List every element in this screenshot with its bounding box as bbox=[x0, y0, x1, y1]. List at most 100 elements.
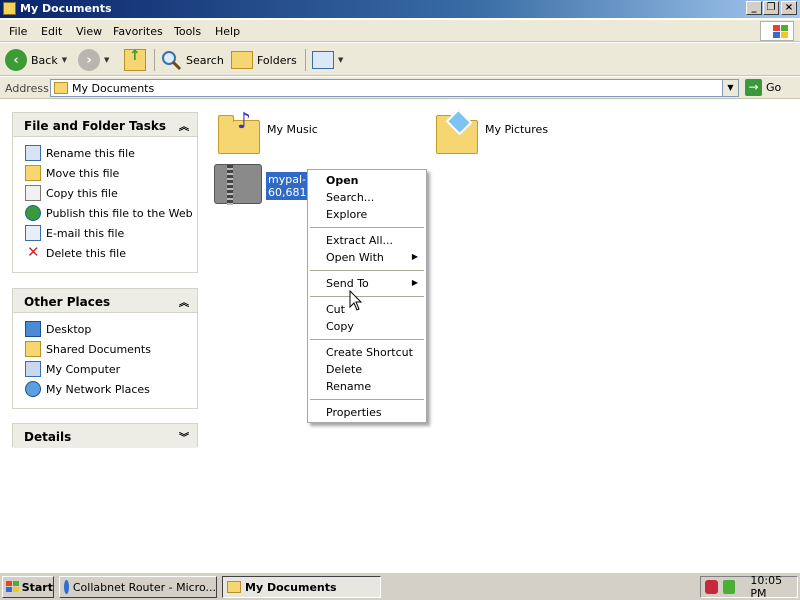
chevron-down-icon[interactable]: ▼ bbox=[104, 56, 109, 64]
task-label: Delete this file bbox=[46, 246, 126, 260]
back-button[interactable]: ‹ Back ▼ bbox=[5, 48, 67, 72]
task-label: Copy this file bbox=[46, 186, 118, 200]
context-extract-all[interactable]: Extract All... bbox=[326, 234, 393, 247]
copy-icon bbox=[25, 185, 41, 201]
go-arrow-icon: → bbox=[745, 79, 762, 96]
taskbar-item-my-documents[interactable]: My Documents bbox=[222, 576, 381, 598]
taskbar-item-label: My Documents bbox=[245, 580, 337, 594]
task-publish[interactable]: Publish this file to the Web bbox=[25, 203, 197, 223]
panel-title: File and Folder Tasks bbox=[24, 119, 167, 133]
start-button[interactable]: Start bbox=[2, 576, 54, 598]
window-title: My Documents bbox=[20, 2, 112, 15]
menu-separator bbox=[310, 270, 424, 271]
delete-icon: ✕ bbox=[27, 243, 40, 261]
file-folder-tasks-panel: File and Folder Tasks ︽ Rename this file… bbox=[12, 112, 198, 273]
context-properties[interactable]: Properties bbox=[326, 406, 382, 419]
collapse-icon[interactable]: ︽ bbox=[179, 294, 189, 309]
pictures-folder-icon bbox=[436, 108, 478, 154]
context-create-shortcut[interactable]: Create Shortcut bbox=[326, 346, 413, 359]
my-pictures-folder[interactable]: My Pictures bbox=[436, 108, 566, 156]
folder-icon bbox=[3, 2, 16, 15]
address-bar: Address My Documents ▼ → Go bbox=[0, 77, 800, 99]
close-button[interactable]: × bbox=[781, 1, 797, 15]
context-open[interactable]: Open bbox=[326, 174, 359, 187]
place-label: My Network Places bbox=[46, 382, 150, 396]
panel-title: Details bbox=[24, 430, 72, 444]
menu-separator bbox=[310, 339, 424, 340]
place-my-network-places[interactable]: My Network Places bbox=[25, 379, 197, 399]
menu-file[interactable]: File bbox=[9, 25, 27, 38]
context-open-with[interactable]: Open With bbox=[326, 251, 384, 264]
place-label: My Computer bbox=[46, 362, 121, 376]
minimize-button[interactable]: _ bbox=[746, 1, 762, 15]
toolbar-separator bbox=[154, 49, 155, 71]
place-label: Shared Documents bbox=[46, 342, 151, 356]
go-button[interactable]: → Go bbox=[745, 79, 781, 96]
place-shared-documents[interactable]: Shared Documents bbox=[25, 339, 197, 359]
task-label: Rename this file bbox=[46, 146, 135, 160]
context-rename[interactable]: Rename bbox=[326, 380, 371, 393]
folder-icon bbox=[54, 82, 68, 94]
email-icon bbox=[25, 225, 41, 241]
folders-button[interactable]: Folders bbox=[231, 48, 297, 72]
taskbar-item-label: Collabnet Router - Micro... bbox=[72, 580, 216, 594]
task-email[interactable]: E-mail this file bbox=[25, 223, 197, 243]
chevron-down-icon: ▼ bbox=[338, 56, 344, 64]
folder-icon bbox=[25, 341, 41, 357]
back-label: Back bbox=[31, 53, 58, 67]
menu-help[interactable]: Help bbox=[215, 25, 240, 38]
place-desktop[interactable]: Desktop bbox=[25, 319, 197, 339]
taskbar-item-browser[interactable]: Collabnet Router - Micro... bbox=[59, 576, 217, 598]
context-menu: Open Search... Explore Extract All... Op… bbox=[307, 169, 427, 423]
menu-separator bbox=[310, 399, 424, 400]
views-icon bbox=[312, 51, 334, 69]
desktop-icon bbox=[25, 321, 41, 337]
context-explore[interactable]: Explore bbox=[326, 208, 367, 221]
context-send-to[interactable]: Send To bbox=[326, 277, 369, 290]
context-delete[interactable]: Delete bbox=[326, 363, 362, 376]
shield-icon[interactable] bbox=[705, 580, 718, 594]
task-delete[interactable]: ✕ Delete this file bbox=[25, 243, 197, 263]
task-rename[interactable]: Rename this file bbox=[25, 143, 197, 163]
views-button[interactable]: ▼ bbox=[312, 48, 343, 72]
panel-title: Other Places bbox=[24, 295, 111, 309]
task-move[interactable]: Move this file bbox=[25, 163, 197, 183]
address-input[interactable]: My Documents ▼ bbox=[50, 79, 739, 97]
panel-header[interactable]: Other Places ︽ bbox=[13, 289, 197, 313]
context-copy[interactable]: Copy bbox=[326, 320, 354, 333]
folder-icon bbox=[227, 581, 241, 593]
menu-separator bbox=[310, 227, 424, 228]
my-music-folder[interactable]: ♪ My Music bbox=[218, 109, 338, 156]
chevron-down-icon[interactable]: ▼ bbox=[62, 56, 67, 64]
menu-edit[interactable]: Edit bbox=[41, 25, 62, 38]
menu-view[interactable]: View bbox=[76, 25, 102, 38]
zip-file-icon[interactable] bbox=[214, 164, 262, 205]
expand-icon[interactable]: ︾ bbox=[179, 429, 189, 444]
go-label: Go bbox=[766, 81, 782, 94]
task-label: Move this file bbox=[46, 166, 120, 180]
up-folder-button[interactable]: ↑ bbox=[124, 48, 146, 72]
search-button[interactable]: Search bbox=[160, 48, 224, 72]
computer-icon bbox=[25, 361, 41, 377]
address-value: My Documents bbox=[72, 82, 155, 95]
menu-favorites[interactable]: Favorites bbox=[113, 25, 163, 38]
network-icon[interactable] bbox=[722, 580, 736, 594]
menu-separator bbox=[310, 296, 424, 297]
title-bar: My Documents _ ❐ × bbox=[0, 0, 800, 18]
place-my-computer[interactable]: My Computer bbox=[25, 359, 197, 379]
context-cut[interactable]: Cut bbox=[326, 303, 345, 316]
forward-button[interactable]: › ▼ bbox=[78, 48, 109, 72]
system-tray: 10:05 PM bbox=[700, 574, 798, 600]
windows-logo-icon bbox=[760, 21, 794, 41]
address-dropdown-button[interactable]: ▼ bbox=[722, 80, 738, 96]
address-label: Address bbox=[5, 82, 49, 95]
folders-label: Folders bbox=[257, 53, 297, 67]
context-search[interactable]: Search... bbox=[326, 191, 374, 204]
panel-header[interactable]: File and Folder Tasks ︽ bbox=[13, 113, 197, 137]
panel-header[interactable]: Details ︾ bbox=[13, 424, 197, 448]
collapse-icon[interactable]: ︽ bbox=[179, 118, 189, 133]
maximize-button[interactable]: ❐ bbox=[763, 1, 779, 15]
item-label: My Pictures bbox=[485, 123, 549, 136]
task-copy[interactable]: Copy this file bbox=[25, 183, 197, 203]
menu-tools[interactable]: Tools bbox=[174, 25, 201, 38]
